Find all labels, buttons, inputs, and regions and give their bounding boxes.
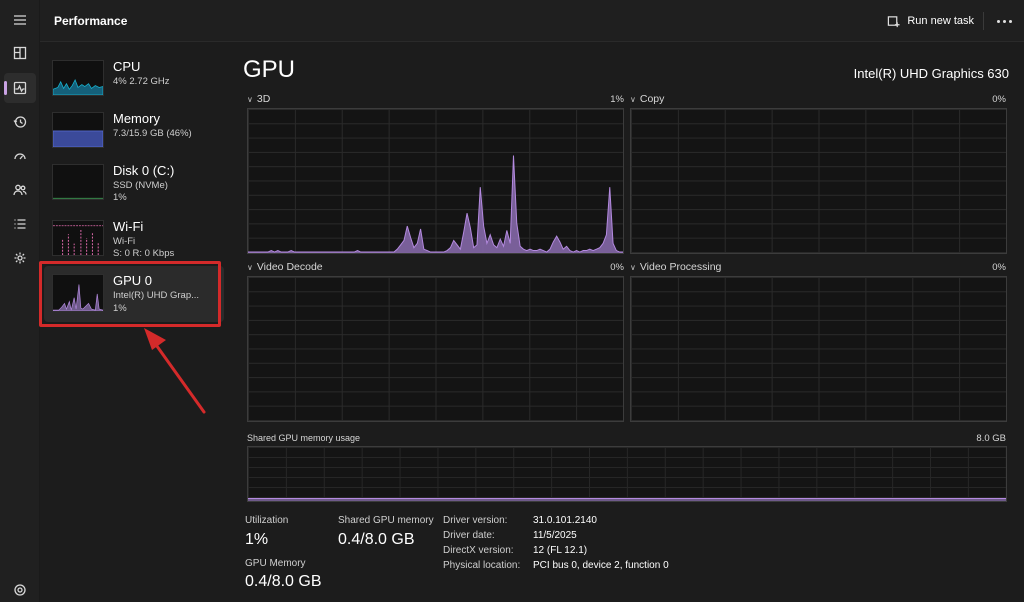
- chevron-down-icon: ∨: [247, 263, 253, 272]
- chevron-down-icon: ∨: [247, 95, 253, 104]
- info-key-directx-version: DirectX version:: [443, 545, 514, 556]
- resource-detail: SSD (NVMe): [113, 180, 168, 191]
- info-value-driver-date: 11/5/2025: [533, 530, 577, 541]
- startup-icon[interactable]: [4, 141, 36, 171]
- shared-memory-usage-fill: [248, 498, 1006, 501]
- gpu-memory-value: 0.4/8.0 GB: [245, 573, 322, 590]
- resource-item-wifi[interactable]: Wi-Fi Wi-Fi S: 0 R: 0 Kbps: [44, 212, 224, 264]
- title-bar: Performance Run new task: [40, 0, 1024, 42]
- info-value-driver-version: 31.0.101.2140: [533, 515, 597, 526]
- navigation-rail: [0, 0, 40, 602]
- resource-name: GPU 0: [113, 273, 153, 288]
- engine-percent-3d: 1%: [610, 94, 624, 105]
- services-icon[interactable]: [4, 243, 36, 273]
- engine-percent-video-decode: 0%: [610, 262, 624, 273]
- 3d-usage-fill: [248, 155, 623, 253]
- resource-name: CPU: [113, 59, 141, 74]
- resource-name: Memory: [113, 111, 160, 126]
- page-title: Performance: [54, 14, 128, 28]
- chevron-down-icon: ∨: [630, 95, 636, 104]
- shared-memory-label: Shared GPU memory: [338, 515, 434, 526]
- info-value-physical-location: PCI bus 0, device 2, function 0: [533, 560, 669, 571]
- shared-memory-graph: [247, 446, 1007, 502]
- resource-item-disk[interactable]: Disk 0 (C:) SSD (NVMe) 1%: [44, 156, 224, 208]
- engine-selector-video-decode[interactable]: ∨ Video Decode: [247, 261, 323, 273]
- resource-name: Disk 0 (C:): [113, 163, 175, 178]
- memory-thumbnail-graph: [52, 112, 104, 148]
- resource-detail: 1%: [113, 192, 127, 203]
- engine-graph-video-processing: [630, 276, 1007, 422]
- gpu-thumbnail-graph: [52, 274, 104, 312]
- utilization-value: 1%: [245, 531, 269, 548]
- 3d-usage-line: [248, 155, 623, 253]
- shared-memory-value: 0.4/8.0 GB: [338, 531, 415, 548]
- toolbar-divider: [983, 12, 984, 30]
- engine-graph-video-decode: [247, 276, 624, 422]
- resource-detail: S: 0 R: 0 Kbps: [113, 248, 175, 259]
- gpu-memory-label: GPU Memory: [245, 558, 306, 569]
- users-icon[interactable]: [4, 175, 36, 205]
- engine-selector-3d[interactable]: ∨ 3D: [247, 93, 270, 105]
- resource-detail: 4% 2.72 GHz: [113, 76, 170, 87]
- processes-icon[interactable]: [4, 38, 36, 68]
- settings-icon[interactable]: [4, 575, 36, 602]
- gpu-model-name: Intel(R) UHD Graphics 630: [853, 66, 1009, 81]
- engine-percent-video-processing: 0%: [992, 262, 1006, 273]
- info-value-directx-version: 12 (FL 12.1): [533, 545, 588, 556]
- resource-detail: Wi-Fi: [113, 236, 136, 247]
- cpu-thumbnail-graph: [52, 60, 104, 96]
- details-icon[interactable]: [4, 209, 36, 239]
- resource-detail: Intel(R) UHD Grap...: [113, 290, 200, 301]
- menu-icon[interactable]: [4, 5, 36, 35]
- info-key-driver-date: Driver date:: [443, 530, 495, 541]
- run-new-task-button[interactable]: Run new task: [877, 8, 984, 34]
- wifi-thumbnail-graph: [52, 220, 104, 256]
- engine-graph-3d: [247, 108, 624, 254]
- performance-icon[interactable]: [4, 73, 36, 103]
- gpu-title: GPU: [243, 56, 296, 83]
- resource-item-cpu[interactable]: CPU 4% 2.72 GHz: [44, 52, 224, 104]
- info-key-driver-version: Driver version:: [443, 515, 508, 526]
- info-key-physical-location: Physical location:: [443, 560, 521, 571]
- gpu-detail-panel: GPU Intel(R) UHD Graphics 630 ∨ 3D 1% ∨ Co…: [230, 42, 1024, 602]
- shared-memory-graph-label: Shared GPU memory usage: [247, 433, 361, 443]
- utilization-label: Utilization: [245, 515, 289, 526]
- run-task-icon: [888, 15, 900, 27]
- disk-thumbnail-graph: [52, 164, 104, 200]
- more-options-icon[interactable]: [992, 10, 1016, 32]
- resource-detail: 7.3/15.9 GB (46%): [113, 128, 192, 139]
- engine-selector-copy[interactable]: ∨ Copy: [630, 93, 664, 105]
- engine-selector-video-processing[interactable]: ∨ Video Processing: [630, 261, 721, 273]
- run-new-task-label: Run new task: [907, 15, 974, 27]
- resource-detail: 1%: [113, 303, 127, 314]
- chevron-down-icon: ∨: [630, 263, 636, 272]
- app-history-icon[interactable]: [4, 107, 36, 137]
- 3d-usage-area: [248, 155, 623, 253]
- engine-percent-copy: 0%: [992, 94, 1006, 105]
- resource-item-memory[interactable]: Memory 7.3/15.9 GB (46%): [44, 104, 224, 156]
- resource-item-gpu[interactable]: GPU 0 Intel(R) UHD Grap... 1%: [44, 266, 224, 322]
- resource-list: CPU 4% 2.72 GHz Memory 7.3/15.9 GB (46%)…: [40, 42, 230, 602]
- engine-graph-copy: [630, 108, 1007, 254]
- shared-memory-graph-max: 8.0 GB: [976, 433, 1006, 444]
- resource-name: Wi-Fi: [113, 219, 144, 234]
